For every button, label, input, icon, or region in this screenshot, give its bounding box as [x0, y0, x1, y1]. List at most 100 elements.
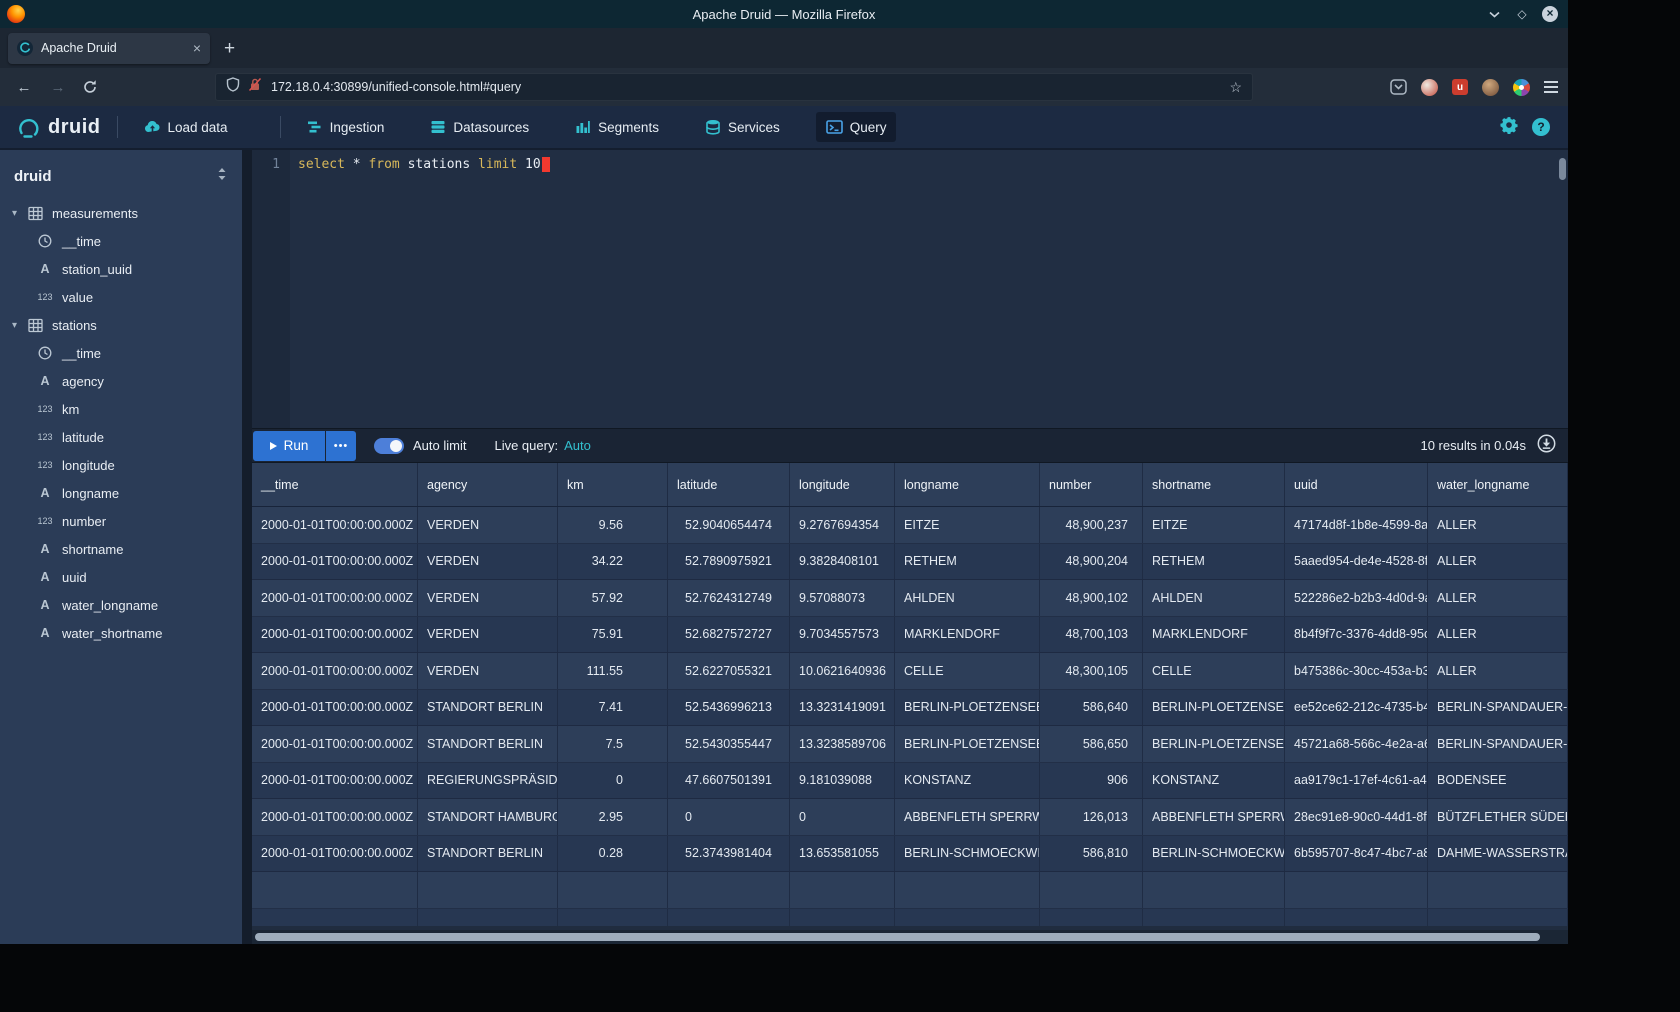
druid-logo[interactable]: druid: [16, 114, 101, 140]
table-cell[interactable]: VERDEN: [418, 544, 558, 580]
tab-close-icon[interactable]: ×: [193, 40, 201, 56]
table-cell[interactable]: 906: [1040, 763, 1143, 799]
table-cell[interactable]: 13.3231419091: [790, 690, 895, 726]
table-cell[interactable]: STANDORT BERLIN: [418, 690, 558, 726]
horizontal-scrollbar[interactable]: [252, 930, 1568, 944]
tree-column-water_shortname[interactable]: Awater_shortname: [0, 619, 242, 647]
table-cell[interactable]: BERLIN-PLOETZENSEE C: [895, 690, 1040, 726]
table-cell[interactable]: 0: [558, 763, 668, 799]
table-cell[interactable]: VERDEN: [418, 653, 558, 689]
table-cell[interactable]: BERLIN-SCHMOECKWIT: [1143, 836, 1285, 872]
sql-editor[interactable]: 1 select * from stations limit 10: [252, 150, 1568, 428]
extension-icon[interactable]: [1421, 79, 1438, 96]
table-cell[interactable]: 52.6827572727: [668, 617, 790, 653]
table-cell[interactable]: 9.3828408101: [790, 544, 895, 580]
tree-column-longitude[interactable]: 123longitude: [0, 451, 242, 479]
insecure-lock-icon[interactable]: [248, 77, 262, 97]
run-button[interactable]: Run: [253, 431, 325, 461]
run-more-button[interactable]: •••: [326, 431, 356, 461]
editor-scrollbar-thumb[interactable]: [1559, 158, 1566, 180]
window-maximize-icon[interactable]: ◇: [1514, 6, 1530, 22]
window-titlebar[interactable]: Apache Druid — Mozilla Firefox ◇ ×: [0, 0, 1568, 28]
table-cell[interactable]: KONSTANZ: [1143, 763, 1285, 799]
tree-column-uuid[interactable]: Auuid: [0, 563, 242, 591]
table-cell[interactable]: 28ec91e8-90c0-44d1-8f: [1285, 799, 1428, 835]
table-cell[interactable]: 2000-01-01T00:00:00.000Z: [252, 617, 418, 653]
table-cell[interactable]: 8b4f9f7c-3376-4dd8-95c: [1285, 617, 1428, 653]
tree-column-water_longname[interactable]: Awater_longname: [0, 591, 242, 619]
nav-datasources[interactable]: Datasources: [420, 112, 539, 142]
tree-table-measurements[interactable]: ▾measurements: [0, 199, 242, 227]
table-cell[interactable]: 34.22: [558, 544, 668, 580]
column-header-shortname[interactable]: shortname: [1143, 463, 1285, 506]
back-button[interactable]: ←: [14, 79, 34, 96]
column-header-longname[interactable]: longname: [895, 463, 1040, 506]
forward-button[interactable]: →: [48, 79, 68, 96]
table-cell[interactable]: AHLDEN: [1143, 580, 1285, 616]
table-cell[interactable]: 52.7890975921: [668, 544, 790, 580]
table-cell[interactable]: 48,900,237: [1040, 507, 1143, 543]
table-cell[interactable]: b475386c-30cc-453a-b3: [1285, 653, 1428, 689]
table-cell[interactable]: 52.9040654474: [668, 507, 790, 543]
table-cell[interactable]: 2000-01-01T00:00:00.000Z: [252, 580, 418, 616]
table-cell[interactable]: REGIERUNGSPRÄSIDIUM: [418, 763, 558, 799]
table-cell[interactable]: 9.7034557573: [790, 617, 895, 653]
table-cell[interactable]: ALLER: [1428, 617, 1568, 653]
table-cell[interactable]: BERLIN-PLOETZENSEE U: [1143, 726, 1285, 762]
column-header-km[interactable]: km: [558, 463, 668, 506]
table-cell[interactable]: BÜTZFLETHER SÜDERE: [1428, 799, 1568, 835]
table-cell[interactable]: 2000-01-01T00:00:00.000Z: [252, 726, 418, 762]
table-cell[interactable]: 2000-01-01T00:00:00.000Z: [252, 507, 418, 543]
bookmark-star-icon[interactable]: ☆: [1229, 79, 1242, 96]
table-cell[interactable]: BERLIN-PLOETZENSEE C: [1143, 690, 1285, 726]
table-cell[interactable]: 586,640: [1040, 690, 1143, 726]
table-cell[interactable]: 522286e2-b2b3-4d0d-9a: [1285, 580, 1428, 616]
table-cell[interactable]: 2000-01-01T00:00:00.000Z: [252, 690, 418, 726]
nav-segments[interactable]: Segments: [565, 112, 669, 142]
table-cell[interactable]: ABBENFLETH SPERRWE: [1143, 799, 1285, 835]
table-cell[interactable]: STANDORT BERLIN: [418, 836, 558, 872]
tree-column-station_uuid[interactable]: Astation_uuid: [0, 255, 242, 283]
table-cell[interactable]: 48,900,102: [1040, 580, 1143, 616]
tree-column-__time[interactable]: __time: [0, 339, 242, 367]
tree-table-stations[interactable]: ▾stations: [0, 311, 242, 339]
table-cell[interactable]: 47174d8f-1b8e-4599-8a: [1285, 507, 1428, 543]
table-cell[interactable]: BERLIN-SPANDAUER-S: [1428, 690, 1568, 726]
schema-selector[interactable]: druid: [0, 150, 242, 199]
tree-column-number[interactable]: 123number: [0, 507, 242, 535]
column-header-uuid[interactable]: uuid: [1285, 463, 1428, 506]
shield-icon[interactable]: [226, 77, 240, 97]
table-cell[interactable]: 48,300,105: [1040, 653, 1143, 689]
table-cell[interactable]: 57.92: [558, 580, 668, 616]
browser-tab[interactable]: Apache Druid ×: [8, 33, 210, 64]
auto-limit-toggle[interactable]: [374, 438, 404, 454]
table-cell[interactable]: AHLDEN: [895, 580, 1040, 616]
table-cell[interactable]: ALLER: [1428, 580, 1568, 616]
table-cell[interactable]: MARKLENDORF: [895, 617, 1040, 653]
table-cell[interactable]: 48,900,204: [1040, 544, 1143, 580]
table-cell[interactable]: 47.6607501391: [668, 763, 790, 799]
table-cell[interactable]: EITZE: [895, 507, 1040, 543]
table-cell[interactable]: 13.653581055: [790, 836, 895, 872]
table-cell[interactable]: BERLIN-SPANDAUER-S: [1428, 726, 1568, 762]
new-tab-button[interactable]: +: [224, 39, 235, 58]
table-cell[interactable]: ALLER: [1428, 653, 1568, 689]
nav-load-data[interactable]: Load data: [134, 112, 238, 142]
help-icon[interactable]: ?: [1532, 118, 1550, 136]
table-cell[interactable]: 52.7624312749: [668, 580, 790, 616]
table-cell[interactable]: 586,810: [1040, 836, 1143, 872]
table-cell[interactable]: BODENSEE: [1428, 763, 1568, 799]
pinwheel-extension-icon[interactable]: [1513, 79, 1530, 96]
reload-button[interactable]: [82, 79, 102, 95]
table-cell[interactable]: DAHME-WASSERSTRA: [1428, 836, 1568, 872]
window-close-icon[interactable]: ×: [1542, 6, 1558, 22]
column-header-water_longname[interactable]: water_longname: [1428, 463, 1568, 506]
table-cell[interactable]: RETHEM: [895, 544, 1040, 580]
table-cell[interactable]: 10.0621640936: [790, 653, 895, 689]
table-cell[interactable]: 0.28: [558, 836, 668, 872]
table-cell[interactable]: VERDEN: [418, 507, 558, 543]
column-header-__time[interactable]: __time: [252, 463, 418, 506]
table-cell[interactable]: MARKLENDORF: [1143, 617, 1285, 653]
tree-column-km[interactable]: 123km: [0, 395, 242, 423]
column-header-agency[interactable]: agency: [418, 463, 558, 506]
